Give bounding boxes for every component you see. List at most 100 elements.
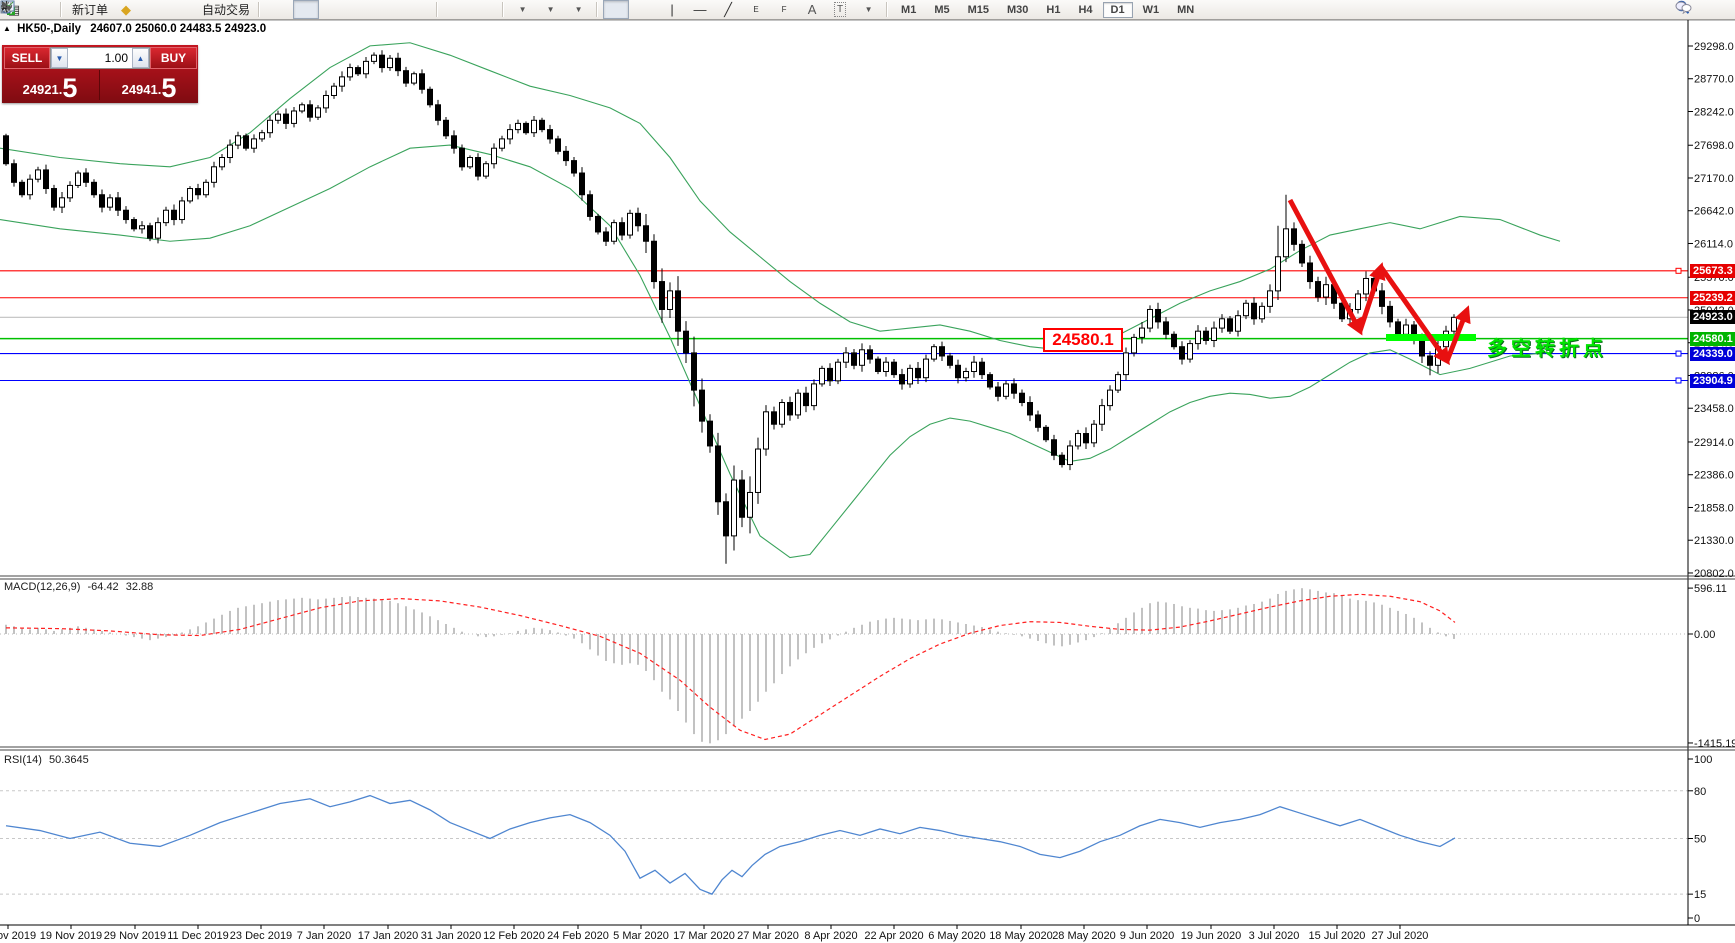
rsi-pane [0,790,1688,895]
sell-button[interactable]: SELL [4,47,50,69]
candle-body [979,361,985,376]
rsi-tick-label: 50 [1694,834,1706,846]
trend-arrow[interactable] [1357,262,1386,332]
candle-body [963,371,969,379]
candle-body [659,281,665,310]
volume-increase-button[interactable]: ▲ [132,48,149,68]
mt4-terminal: { "toolbar": { "new_order_label": "新订单",… [0,0,1735,943]
candle-body [499,138,505,149]
candle-body [763,411,769,450]
candle-body [323,94,329,109]
candle-body [1115,374,1121,391]
candle-body [987,374,993,388]
rsi-name: RSI(14) [4,754,42,766]
macd-pane-title: MACD(12,26,9) -64.42 32.88 [4,581,153,593]
candle-body [1419,339,1425,357]
line-handle[interactable] [1675,350,1682,357]
price-annotation-box[interactable]: 24580.1 [1043,328,1123,352]
candle-body [275,113,281,121]
candle-body [1083,433,1089,444]
candle-body [1379,290,1385,307]
candle-body [107,197,113,208]
candle-body [1203,330,1209,341]
candle-body [227,144,233,159]
candle-body [219,157,225,168]
candle-body [491,147,497,165]
candle-body [723,501,729,537]
candle-body [891,361,897,376]
candle-body [1147,308,1153,329]
buy-price-pip: 5 [161,73,177,103]
candle-body [707,420,713,447]
candle-body [755,448,761,493]
price-tick-label: 26114.0 [1694,238,1733,250]
candle-body [1195,330,1201,345]
rsi-tick-label: 0 [1694,913,1700,925]
buy-button[interactable]: BUY [150,47,197,69]
candle-body [1363,277,1369,295]
buy-price[interactable]: 24941. 5 [101,69,197,103]
candle-body [35,169,41,180]
candle-body [1123,352,1129,376]
one-click-trading-panel: SELL ▼ 1.00 ▲ BUY 24921. 5 24941. 5 [2,45,198,103]
collapse-arrow-icon[interactable]: ▲ [3,24,11,33]
trend-arrow[interactable] [1287,198,1363,336]
sell-price-main: 24921 [22,82,59,97]
date-label: 7 Jan 2020 [297,930,351,942]
macd-pane [0,588,1688,744]
candle-body [59,197,65,208]
date-label: 12 Feb 2020 [483,930,545,942]
candle-body [427,88,433,106]
rsi-value: 50.3645 [48,754,89,766]
candle-body [235,135,241,146]
candle-body [1179,346,1185,360]
candle-body [1131,336,1137,354]
candle-body [971,361,977,373]
date-label: 15 Jul 2020 [1309,930,1366,942]
candle-body [459,147,465,168]
candle-body [1155,308,1161,323]
candle-body [315,107,321,118]
date-label: 8 Apr 2020 [804,930,857,942]
sell-price[interactable]: 24921. 5 [2,69,98,102]
date-label: 29 Nov 2019 [104,930,166,942]
candle-body [1387,305,1393,323]
candle-body [955,364,961,379]
candle-body [115,197,121,211]
volume-decrease-button[interactable]: ▼ [51,48,68,68]
date-label: 9 Jun 2020 [1120,930,1174,942]
date-label: 27 Mar 2020 [737,930,799,942]
candle-body [779,402,785,425]
candle-body [899,374,905,385]
candle-body [411,73,417,84]
candle-body [523,122,529,134]
date-label: 18 May 2020 [989,930,1053,942]
volume-value[interactable]: 1.00 [68,51,132,65]
candle-body [1315,281,1321,298]
candle-body [1139,327,1145,338]
line-handle[interactable] [1675,267,1682,274]
price-tick-label: 22914.0 [1694,437,1734,449]
line-handle[interactable] [1675,377,1682,384]
candle-body [1267,290,1273,307]
candle-body [867,349,873,360]
candle-body [251,138,257,149]
candle-body [1427,355,1433,366]
turning-point-annotation[interactable]: 多空转折点 [1487,332,1607,361]
candle-body [667,290,673,310]
candle-body [155,222,161,239]
candle-body [915,367,921,379]
candle-body [515,122,521,131]
date-label: 19 Jun 2020 [1181,930,1242,942]
bollinger-lower-band [0,144,1546,559]
volume-stepper: ▼ 1.00 ▲ [50,47,150,69]
panel-divider [99,70,100,100]
macd-signal-value: 32.88 [125,581,154,593]
candle-body [803,392,809,407]
candle-body [259,132,265,140]
candle-body [579,172,585,196]
candle-body [187,188,193,202]
chart-canvas[interactable]: 29298.0 28770.0 28242.0 27698.0 27170.0 26642… [0,0,1735,943]
macd-tick-label: -1415.19 [1694,738,1735,750]
candle-body [299,104,305,112]
